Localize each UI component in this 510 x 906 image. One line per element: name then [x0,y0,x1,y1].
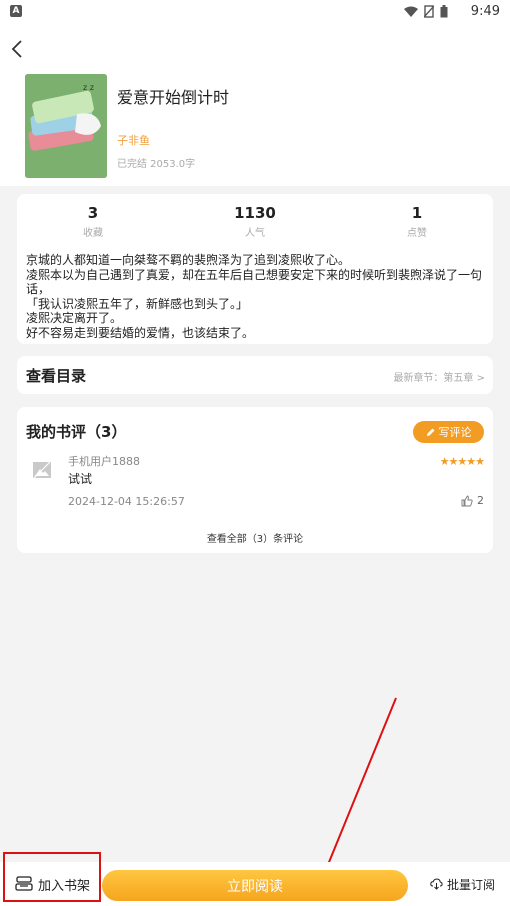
app-badge-icon: A [10,5,22,17]
stat-likes-value: 1 [411,204,423,222]
book-author[interactable]: 子非鱼 [117,132,150,148]
latest-chapter-link[interactable]: 最新章节：第五章 > [393,369,485,384]
book-cover-illustration: z z [25,74,107,178]
reviews-card: 我的书评（3） 写评论 手机用户1888 ★★★★★ 试试 2024-12-04… [17,407,493,553]
annotation-highlight-box [3,852,101,902]
description-line: 京城的人都知道一向桀骜不羁的裴煦泽为了追到凌熙收了心。 [26,253,351,267]
review-text: 试试 [68,472,93,486]
toc-card[interactable]: 查看目录 最新章节：第五章 > [17,356,493,394]
app-header [0,24,510,74]
batch-subscribe-button[interactable]: 批量订阅 [420,862,505,906]
book-cover[interactable]: z z [25,74,107,178]
read-now-button[interactable]: 立即阅读 [102,870,408,901]
description-line: 「我认识凌熙五年了，新鲜感也到头了。」 [26,296,249,311]
description-line: 好不容易走到要结婚的爱情，也该结束了。 [26,325,255,340]
write-review-button[interactable]: 写评论 [413,421,484,443]
toc-title: 查看目录 [26,367,87,385]
book-status: 已完结 2053.0字 [117,159,196,170]
reviews-title: 我的书评（3） [26,423,127,441]
thumbs-up-icon [461,495,473,506]
book-title: 爱意开始倒计时 [117,88,230,107]
review-username: 手机用户1888 [68,455,140,468]
description-line: 凌熙本以为自己遇到了真爱，却在五年后自己想要安定下来的时候听到裴煦泽说了一句话， [26,267,483,297]
stat-popularity-value: 1130 [234,204,276,222]
review-like-button[interactable]: 2 [461,494,484,507]
back-arrow-icon[interactable] [6,36,32,62]
book-info: z z 爱意开始倒计时 子非鱼 已完结 2053.0字 [0,74,510,186]
status-icons [404,5,448,18]
write-review-label: 写评论 [438,426,472,439]
stat-likes: 1 点赞 [357,204,477,239]
sim-off-icon [424,5,434,18]
status-time: 9:49 [470,4,500,19]
stat-popularity: 1130 人气 [195,204,315,239]
battery-icon [440,5,448,18]
view-all-reviews-link[interactable]: 查看全部（3）条评论 [17,530,493,545]
pencil-icon [426,428,434,436]
book-description: 京城的人都知道一向桀骜不羁的裴煦泽为了追到凌熙收了心。 凌熙本以为自己遇到了真爱… [26,253,488,340]
cloud-download-icon [430,878,443,890]
stat-favorites: 3 收藏 [33,204,153,239]
review-like-count: 2 [477,494,484,507]
svg-text:z z: z z [83,83,94,92]
stats-card: 3 收藏 1130 人气 1 点赞 京城的人都知道一向桀骜不羁的裴煦泽为了追到凌… [17,194,493,344]
stat-likes-label: 点赞 [407,228,427,239]
status-bar: A 9:49 [0,0,510,24]
review-stars: ★★★★★ [439,455,485,468]
avatar-placeholder-icon [33,461,51,479]
wifi-icon [404,6,418,17]
stat-favorites-label: 收藏 [83,228,103,239]
batch-subscribe-label: 批量订阅 [446,877,495,892]
description-line: 凌熙决定离开了。 [26,311,123,325]
stat-popularity-label: 人气 [245,228,265,239]
stat-favorites-value: 3 [87,204,99,222]
review-time: 2024-12-04 15:26:57 [68,495,185,508]
